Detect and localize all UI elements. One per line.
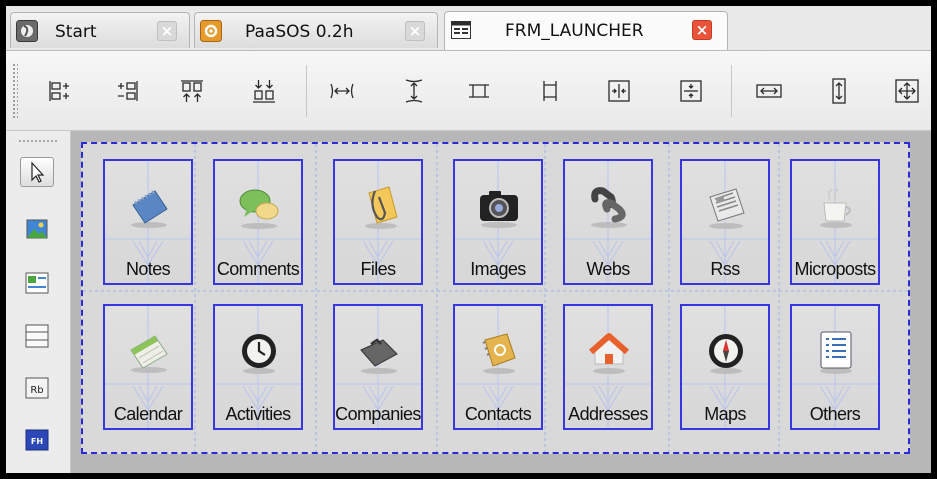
launcher-item-label: Contacts <box>464 404 532 424</box>
launcher-item-webs[interactable]: Webs <box>563 159 653 285</box>
start-icon <box>16 20 38 42</box>
center-vertical-icon[interactable] <box>676 76 706 106</box>
resize-height-icon[interactable] <box>824 76 854 106</box>
launcher-item-label: Maps <box>704 404 746 424</box>
launcher-item-rss[interactable]: Rss <box>680 159 770 285</box>
launcher-item-label: Others <box>809 404 861 424</box>
launcher-item-companies[interactable]: Companies <box>333 304 423 430</box>
compass-icon <box>709 334 743 374</box>
launcher-item-files[interactable]: Files <box>333 159 423 285</box>
launcher-item-calendar[interactable]: Calendar <box>103 304 193 430</box>
launcher-item-label: Files <box>360 259 396 279</box>
same-width-icon[interactable] <box>464 76 494 106</box>
close-icon[interactable]: × <box>692 20 712 40</box>
launcher-item-label: Comments <box>216 259 300 279</box>
toolbar-grip[interactable] <box>12 63 18 119</box>
design-canvas[interactable]: Notes Comments Files Images Webs Rss Micropost… <box>71 131 931 473</box>
paasos-icon <box>200 20 222 42</box>
component-palette: Rb FH <box>6 131 71 473</box>
launcher-item-label: Companies <box>335 404 421 424</box>
layout-toolbar <box>6 51 931 131</box>
briefcase-icon <box>360 338 398 374</box>
launcher-item-notes[interactable]: Notes <box>103 159 193 285</box>
close-icon[interactable]: × <box>405 21 425 41</box>
align-bottom-icon[interactable] <box>249 76 279 106</box>
clock-icon <box>242 334 276 374</box>
resize-width-icon[interactable] <box>754 76 784 106</box>
svg-text:FH: FH <box>31 437 43 446</box>
image-tool[interactable] <box>20 215 54 245</box>
launcher-item-label: Images <box>470 259 526 279</box>
launcher-item-label: Calendar <box>113 404 183 424</box>
launcher-item-activities[interactable]: Activities <box>213 304 303 430</box>
tab-start[interactable]: Start × <box>10 12 190 48</box>
align-right-icon[interactable] <box>113 76 143 106</box>
list-icon <box>820 331 852 374</box>
launcher-item-label: Activities <box>225 404 291 424</box>
calendar-icon <box>130 335 168 373</box>
camera-icon <box>480 191 518 228</box>
launcher-item-maps[interactable]: Maps <box>680 304 770 430</box>
tab-label: Start <box>55 22 97 42</box>
tab-paasos[interactable]: PaaSOS 0.2h × <box>194 12 438 48</box>
link-icon <box>591 187 627 228</box>
launcher-item-label: Notes <box>125 259 171 279</box>
launcher-item-label: Rss <box>710 259 740 279</box>
tab-label: PaaSOS 0.2h <box>245 22 354 42</box>
center-horizontal-icon[interactable] <box>604 76 634 106</box>
launcher-item-label: Microposts <box>794 259 876 279</box>
space-horizontal-icon[interactable] <box>327 76 357 106</box>
launcher-item-addresses[interactable]: Addresses <box>563 304 653 430</box>
close-icon[interactable]: × <box>157 21 177 41</box>
launcher-item-microposts[interactable]: Microposts <box>790 159 880 285</box>
pointer-tool[interactable] <box>20 157 54 187</box>
files-icon <box>365 186 398 229</box>
align-left-icon[interactable] <box>44 76 74 106</box>
designer-window: Start × PaaSOS 0.2h × FRM_LAUNCHER × Rb … <box>6 6 931 473</box>
panel-tool[interactable] <box>20 321 54 351</box>
tab-label: FRM_LAUNCHER <box>505 21 644 41</box>
comments-icon <box>239 189 279 229</box>
toolbar-separator <box>306 65 307 117</box>
form-icon <box>450 19 472 41</box>
same-height-icon[interactable] <box>535 76 565 106</box>
label-tool[interactable]: Rb <box>20 373 54 403</box>
image-label-tool[interactable] <box>20 268 54 298</box>
tab-bar: Start × PaaSOS 0.2h × FRM_LAUNCHER × <box>6 6 931 51</box>
launcher-item-comments[interactable]: Comments <box>213 159 303 285</box>
launcher-item-contacts[interactable]: Contacts <box>453 304 543 430</box>
svg-text:Rb: Rb <box>30 385 43 396</box>
align-top-icon[interactable] <box>177 76 207 106</box>
newspaper-icon <box>709 188 745 229</box>
tab-frm-launcher[interactable]: FRM_LAUNCHER × <box>444 11 728 50</box>
launcher-form[interactable]: Notes Comments Files Images Webs Rss Micropost… <box>81 142 910 454</box>
field-tool[interactable]: FH <box>20 425 54 455</box>
launcher-item-label: Addresses <box>568 404 648 424</box>
address-book-icon <box>482 333 516 374</box>
house-icon <box>589 333 629 374</box>
palette-grip[interactable] <box>18 139 58 144</box>
toolbar-separator <box>731 65 732 117</box>
launcher-item-others[interactable]: Others <box>790 304 880 430</box>
launcher-item-images[interactable]: Images <box>453 159 543 285</box>
resize-both-icon[interactable] <box>892 76 922 106</box>
launcher-item-label: Webs <box>586 259 630 279</box>
cup-icon <box>820 188 852 228</box>
space-vertical-icon[interactable] <box>399 76 429 106</box>
notes-icon <box>131 189 168 228</box>
